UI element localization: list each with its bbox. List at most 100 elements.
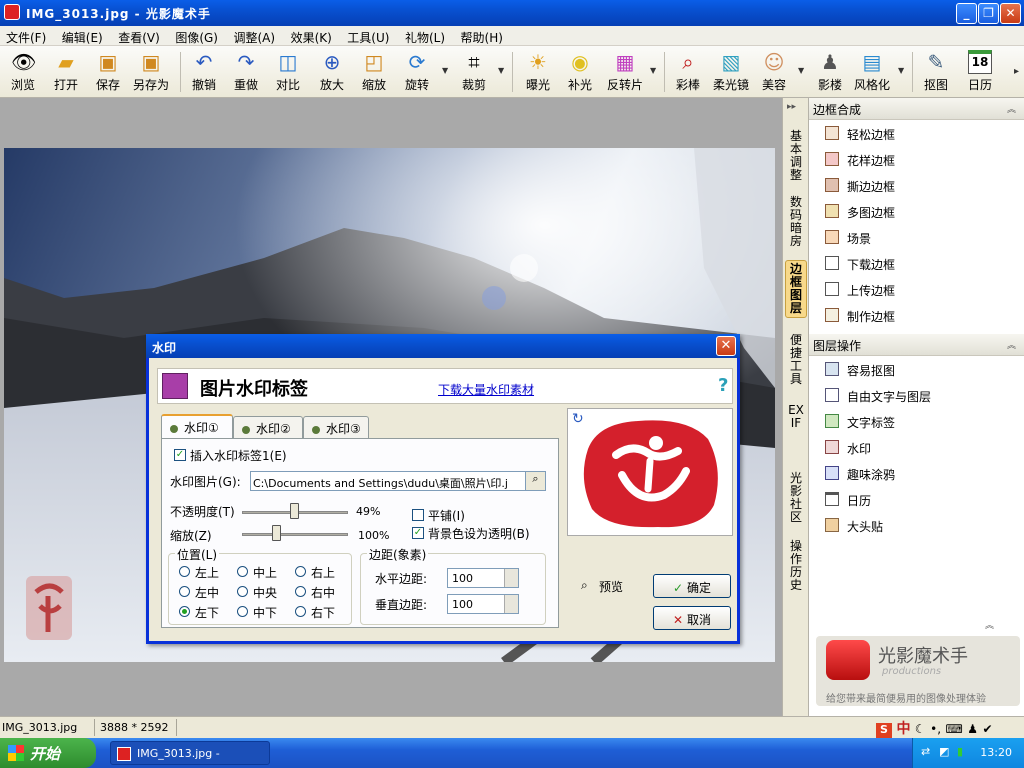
preview-button[interactable]: 预览 — [599, 578, 623, 595]
rotate-dropdown-icon[interactable]: ▼ — [442, 66, 448, 75]
panel-item-torn-frame[interactable]: 撕边边框 — [809, 172, 1024, 198]
fill-light-button[interactable]: ◉ 补光 — [564, 48, 596, 96]
browse-button[interactable]: 👁 浏览 — [6, 48, 40, 96]
resize-button[interactable]: ◰ 缩放 — [358, 48, 390, 96]
menu-help[interactable]: 帮助(H) — [455, 26, 509, 46]
browse-folder-icon[interactable]: ⌕ — [525, 472, 545, 490]
transparent-bg-checkbox[interactable]: ✓ — [412, 527, 424, 539]
panel-item-doodle[interactable]: 趣味涂鸦 — [809, 460, 1024, 486]
panel-item-calendar[interactable]: 日历 — [809, 486, 1024, 512]
insert-watermark-checkbox[interactable]: ✓ — [174, 449, 186, 461]
expand-panel-icon[interactable]: ▸▸ — [787, 102, 796, 112]
calendar-button[interactable]: 18 日历 — [964, 48, 996, 96]
zoom-in-button[interactable]: ⊕ 放大 — [316, 48, 348, 96]
tab-quick-tools[interactable]: 便捷工具 — [785, 332, 807, 388]
scale-slider-thumb[interactable] — [272, 525, 281, 541]
position-radio-top-right[interactable] — [295, 566, 306, 577]
tab-exif[interactable]: EXIF — [787, 402, 805, 432]
menu-gifts[interactable]: 礼物(L) — [399, 26, 451, 46]
volume-icon[interactable]: ◩ — [939, 745, 949, 758]
dialog-close-button[interactable]: ✕ — [716, 336, 736, 356]
ok-button[interactable]: ✓ 确定 — [653, 574, 731, 598]
tab-community[interactable]: 光影社区 — [785, 470, 807, 526]
panel-item-scene[interactable]: 场景 — [809, 224, 1024, 250]
position-radio-bottom-left[interactable] — [179, 606, 190, 617]
stylize-button[interactable]: ▤ 风格化 — [852, 48, 892, 96]
ime-mode[interactable]: 中 — [896, 721, 910, 737]
cutout-button[interactable]: ✎ 抠图 — [920, 48, 952, 96]
position-radio-top-center[interactable] — [237, 566, 248, 577]
beauty-button[interactable]: ☺ 美容 — [758, 48, 790, 96]
layer-section-header[interactable]: 图层操作 ︽ — [809, 334, 1024, 356]
menu-tools[interactable]: 工具(U) — [341, 26, 395, 46]
tab-watermark-1[interactable]: 水印① — [161, 414, 233, 438]
beauty-dropdown-icon[interactable]: ▼ — [798, 66, 804, 75]
toolbar-overflow-icon[interactable]: ▸ — [1014, 66, 1019, 77]
panel-item-easy-cutout[interactable]: 容易抠图 — [809, 356, 1024, 382]
panel-item-upload-frame[interactable]: 上传边框 — [809, 276, 1024, 302]
film-dropdown-icon[interactable]: ▼ — [650, 66, 656, 75]
cancel-button[interactable]: ✕ 取消 — [653, 606, 731, 630]
brand-collapse-icon[interactable]: ︽ — [985, 618, 994, 631]
position-radio-bottom-center[interactable] — [237, 606, 248, 617]
open-button[interactable]: ▰ 打开 — [50, 48, 82, 96]
position-radio-middle-right[interactable] — [295, 586, 306, 597]
panel-item-make-frame[interactable]: 制作边框 — [809, 302, 1024, 328]
tab-basic-adjust[interactable]: 基本调整 — [785, 128, 807, 184]
undo-button[interactable]: ↶ 撤销 — [188, 48, 220, 96]
tab-frame-layers[interactable]: 边框图层 — [785, 260, 807, 318]
refresh-icon[interactable]: ↻ — [572, 411, 584, 427]
frame-section-header[interactable]: 边框合成 ︽ — [809, 98, 1024, 120]
panel-item-photo-sticker[interactable]: 大头贴 — [809, 512, 1024, 538]
signal-icon[interactable]: ▮ — [957, 745, 963, 758]
punctuation-icon[interactable]: •, — [930, 722, 941, 736]
collapse-icon[interactable]: ︽ — [1007, 338, 1016, 351]
panel-item-download-frame[interactable]: 下载边框 — [809, 250, 1024, 276]
exposure-button[interactable]: ☀ 曝光 — [522, 48, 554, 96]
compare-button[interactable]: ◫ 对比 — [272, 48, 304, 96]
crop-dropdown-icon[interactable]: ▼ — [498, 66, 504, 75]
close-button[interactable]: ✕ — [1000, 3, 1021, 24]
tab-history[interactable]: 操作历史 — [785, 538, 807, 594]
scale-slider[interactable] — [242, 533, 348, 536]
menu-edit[interactable]: 编辑(E) — [56, 26, 109, 46]
menu-view[interactable]: 查看(V) — [112, 26, 166, 46]
wrench-icon[interactable]: ✔ — [982, 722, 992, 736]
ime-toolbar[interactable]: S 中 ☾ •, ⌨ ♟ ✔ — [876, 718, 1016, 739]
spinner-arrows-icon[interactable] — [504, 569, 518, 587]
menu-effects[interactable]: 效果(K) — [285, 26, 338, 46]
redo-button[interactable]: ↷ 重做 — [230, 48, 262, 96]
tile-checkbox[interactable] — [412, 509, 424, 521]
save-button[interactable]: ▣ 保存 — [92, 48, 124, 96]
reversal-film-button[interactable]: ▦ 反转片 — [604, 48, 646, 96]
position-radio-top-left[interactable] — [179, 566, 190, 577]
menu-image[interactable]: 图像(G) — [169, 26, 224, 46]
user-icon[interactable]: ♟ — [967, 722, 978, 736]
minimize-button[interactable]: _ — [956, 3, 977, 24]
panel-item-free-text[interactable]: 自由文字与图层 — [809, 382, 1024, 408]
ime-logo-icon[interactable]: S — [876, 723, 892, 739]
vertical-margin-input[interactable]: 100 — [447, 594, 519, 614]
spinner-arrows-icon[interactable] — [504, 595, 518, 613]
save-as-button[interactable]: ▣ 另存为 — [130, 48, 172, 96]
color-stick-button[interactable]: ⌕ 彩棒 — [672, 48, 704, 96]
network-icon[interactable]: ⇄ — [921, 745, 930, 758]
panel-item-text-label[interactable]: 文字标签 — [809, 408, 1024, 434]
crop-button[interactable]: ⌗ 裁剪 — [458, 48, 490, 96]
restore-button[interactable]: ❐ — [978, 3, 999, 24]
brand-banner[interactable]: 光影魔术手 productions 给您带来最简便易用的图像处理体验 — [816, 636, 1020, 706]
opacity-slider-thumb[interactable] — [289, 503, 299, 519]
menu-adjust[interactable]: 调整(A) — [227, 26, 281, 46]
position-radio-middle-left[interactable] — [179, 586, 190, 597]
position-radio-center[interactable] — [237, 586, 248, 597]
collapse-icon[interactable]: ︽ — [1007, 102, 1016, 115]
tab-watermark-3[interactable]: 水印③ — [303, 416, 369, 438]
taskbar-item-app[interactable]: IMG_3013.jpg - — [110, 741, 270, 765]
keyboard-icon[interactable]: ⌨ — [945, 722, 962, 736]
soft-focus-button[interactable]: ▧ 柔光镜 — [710, 48, 752, 96]
panel-item-easy-frame[interactable]: 轻松边框 — [809, 120, 1024, 146]
download-watermark-link[interactable]: 下载大量水印素材 — [438, 381, 534, 398]
position-radio-bottom-right[interactable] — [295, 606, 306, 617]
preview-icon[interactable]: ⌕ — [581, 578, 588, 593]
watermark-image-path-field[interactable]: C:\Documents and Settings\dudu\桌面\照片\印.j… — [250, 471, 546, 491]
